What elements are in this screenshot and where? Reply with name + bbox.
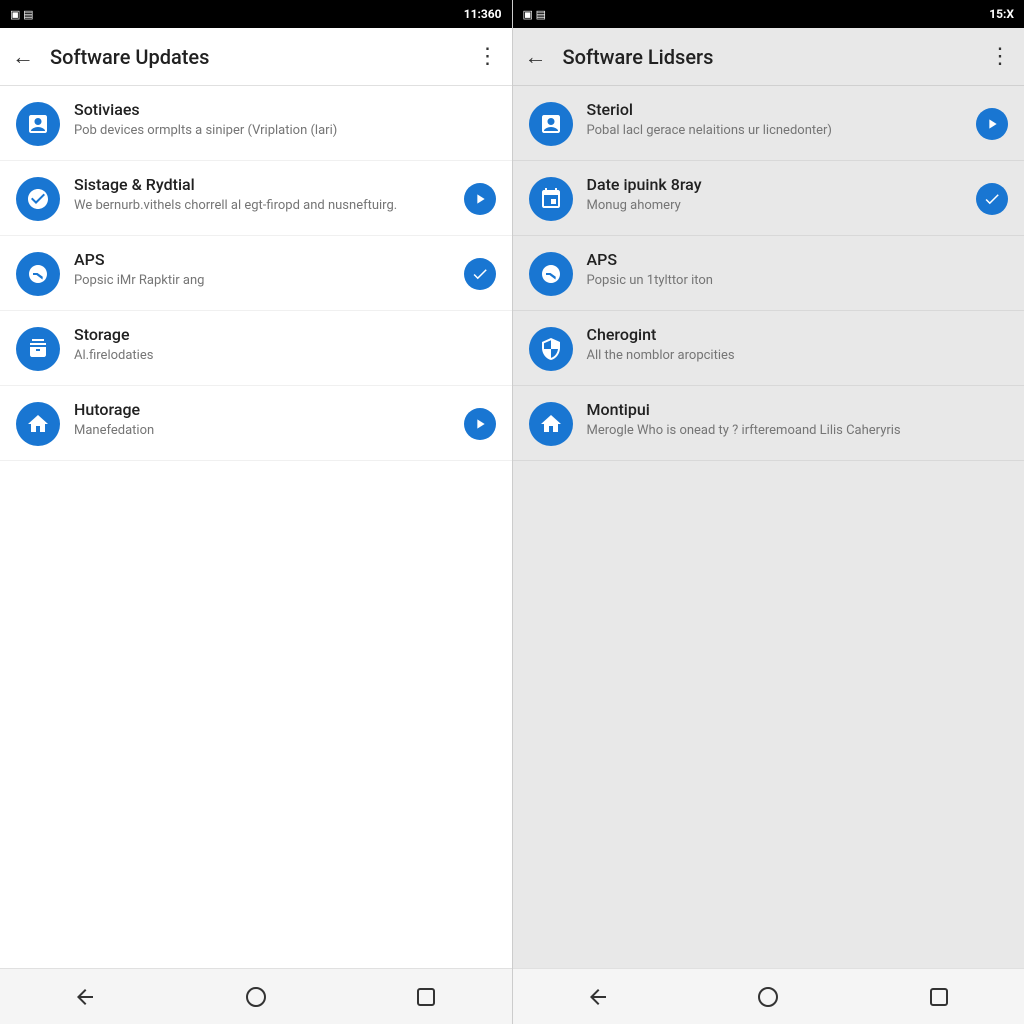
- left-list: Sotiviaes Pob devices ormplts a siniper …: [0, 86, 512, 968]
- sistage-title: Sistage & Rydtial: [74, 175, 454, 194]
- left-status-right: 11:360: [464, 7, 502, 21]
- check-button-2[interactable]: [976, 183, 1008, 215]
- montipui-subtitle: Merogle Who is onead ty ? irfteremoand L…: [587, 422, 1009, 440]
- right-recents-nav[interactable]: [909, 977, 969, 1017]
- left-status-left-icons: ▣ ▤: [10, 8, 34, 21]
- left-more-button[interactable]: ⋮: [477, 44, 500, 69]
- aps-right-icon: [529, 252, 573, 296]
- right-status-bar: ▣ ▤ 15:X: [513, 0, 1024, 28]
- list-item[interactable]: Steriol Pobal lacl gerace nelaitions ur …: [513, 86, 1024, 161]
- left-recents-nav[interactable]: [396, 977, 456, 1017]
- aps-left-title: APS: [74, 250, 454, 269]
- right-home-nav[interactable]: [738, 977, 798, 1017]
- storage-left-content: Storage Al.firelodaties: [74, 325, 496, 365]
- list-item[interactable]: APS Popsic un 1tylttor iton: [513, 236, 1024, 311]
- check-button[interactable]: [464, 258, 496, 290]
- aps-right-title: APS: [587, 250, 1009, 269]
- hutorage-content: Hutorage Manefedation: [74, 400, 454, 440]
- aps-left-action[interactable]: [464, 258, 496, 290]
- left-phone-panel: ▣ ▤ 11:360 ← Software Updates ⋮ Sotiviae…: [0, 0, 512, 1024]
- storage-left-subtitle: Al.firelodaties: [74, 347, 496, 365]
- left-status-bar: ▣ ▤ 11:360: [0, 0, 512, 28]
- cherogint-content: Cherogint All the nomblor aropcities: [587, 325, 1009, 365]
- storage-left-icon: [16, 327, 60, 371]
- aps-left-content: APS Popsic iMr Rapktir ang: [74, 250, 454, 290]
- left-nav-bar: [0, 968, 512, 1024]
- left-home-nav[interactable]: [226, 977, 286, 1017]
- list-item[interactable]: APS Popsic iMr Rapktir ang: [0, 236, 512, 311]
- list-item[interactable]: Cherogint All the nomblor aropcities: [513, 311, 1024, 386]
- right-app-bar: ← Software Lidsers ⋮: [513, 28, 1024, 86]
- date-title: Date ipuink 8ray: [587, 175, 967, 194]
- steriol-title: Steriol: [587, 100, 967, 119]
- hutorage-subtitle: Manefedation: [74, 422, 454, 440]
- play-button-2[interactable]: [464, 408, 496, 440]
- montipui-title: Montipui: [587, 400, 1009, 419]
- right-clock: 15:X: [989, 7, 1014, 21]
- hutorage-title: Hutorage: [74, 400, 454, 419]
- aps-left-subtitle: Popsic iMr Rapktir ang: [74, 272, 454, 290]
- aps-left-icon: [16, 252, 60, 296]
- right-screen-title: Software Lidsers: [563, 45, 990, 69]
- right-phone-panel: ▣ ▤ 15:X ← Software Lidsers ⋮ Steriol Po…: [513, 0, 1024, 1024]
- left-screen-title: Software Updates: [50, 45, 477, 69]
- right-more-button[interactable]: ⋮: [989, 44, 1012, 69]
- aps-right-content: APS Popsic un 1tylttor iton: [587, 250, 1009, 290]
- steriol-action[interactable]: [976, 108, 1008, 140]
- right-status-right: 15:X: [989, 7, 1014, 21]
- list-item[interactable]: Storage Al.firelodaties: [0, 311, 512, 386]
- date-action[interactable]: [976, 183, 1008, 215]
- play-button[interactable]: [464, 183, 496, 215]
- left-notification-icons: ▣ ▤: [10, 8, 34, 21]
- right-notification-icons: ▣ ▤: [523, 8, 547, 21]
- sotiviaes-content: Sotiviaes Pob devices ormplts a siniper …: [74, 100, 496, 140]
- right-list: Steriol Pobal lacl gerace nelaitions ur …: [513, 86, 1024, 968]
- sistage-subtitle: We bernurb.vithels chorrell al egt-firop…: [74, 197, 454, 215]
- cherogint-title: Cherogint: [587, 325, 1009, 344]
- list-item[interactable]: Hutorage Manefedation: [0, 386, 512, 461]
- sotiviaes-icon: [16, 102, 60, 146]
- steriol-icon: [529, 102, 573, 146]
- date-subtitle: Monug ahomery: [587, 197, 967, 215]
- steriol-subtitle: Pobal lacl gerace nelaitions ur licnedon…: [587, 122, 967, 140]
- hutorage-icon: [16, 402, 60, 446]
- steriol-content: Steriol Pobal lacl gerace nelaitions ur …: [587, 100, 967, 140]
- montipui-content: Montipui Merogle Who is onead ty ? irfte…: [587, 400, 1009, 440]
- left-clock: 11:360: [464, 7, 502, 21]
- hutorage-action[interactable]: [464, 408, 496, 440]
- list-item[interactable]: Sotiviaes Pob devices ormplts a siniper …: [0, 86, 512, 161]
- right-back-button[interactable]: ←: [525, 44, 547, 70]
- right-nav-bar: [513, 968, 1024, 1024]
- montipui-icon: [529, 402, 573, 446]
- list-item[interactable]: Sistage & Rydtial We bernurb.vithels cho…: [0, 161, 512, 236]
- aps-right-subtitle: Popsic un 1tylttor iton: [587, 272, 1009, 290]
- date-content: Date ipuink 8ray Monug ahomery: [587, 175, 967, 215]
- storage-left-title: Storage: [74, 325, 496, 344]
- date-icon: [529, 177, 573, 221]
- sistage-action[interactable]: [464, 183, 496, 215]
- sistage-icon: [16, 177, 60, 221]
- cherogint-subtitle: All the nomblor aropcities: [587, 347, 1009, 365]
- left-back-nav[interactable]: [55, 977, 115, 1017]
- right-back-nav[interactable]: [568, 977, 628, 1017]
- left-app-bar: ← Software Updates ⋮: [0, 28, 512, 86]
- list-item[interactable]: Date ipuink 8ray Monug ahomery: [513, 161, 1024, 236]
- sotiviaes-title: Sotiviaes: [74, 100, 496, 119]
- play-button-3[interactable]: [976, 108, 1008, 140]
- sistage-content: Sistage & Rydtial We bernurb.vithels cho…: [74, 175, 454, 215]
- cherogint-icon: [529, 327, 573, 371]
- left-back-button[interactable]: ←: [12, 44, 34, 70]
- list-item[interactable]: Montipui Merogle Who is onead ty ? irfte…: [513, 386, 1024, 461]
- sotiviaes-subtitle: Pob devices ormplts a siniper (Vriplatio…: [74, 122, 496, 140]
- right-status-left-icons: ▣ ▤: [523, 8, 547, 21]
